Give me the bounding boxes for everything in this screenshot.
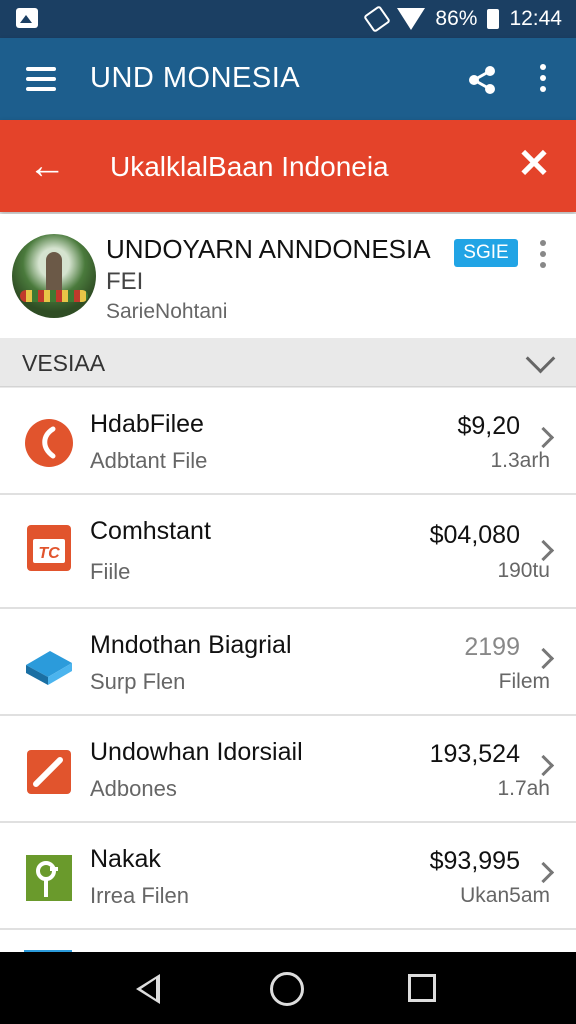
more-icon[interactable] xyxy=(538,64,548,94)
section-header: ← UkalklalBaan Indoneia ✕ xyxy=(0,120,576,212)
item-meta: Filem xyxy=(498,670,550,693)
top-app-bar: UND MONESIA xyxy=(0,38,576,120)
profile-more-icon[interactable] xyxy=(538,240,548,274)
item-meta: 190tu xyxy=(497,559,550,582)
item-meta: 1.7ah xyxy=(497,777,550,800)
item-title: Undowhan Idorsiail xyxy=(90,738,303,766)
item-value: 2199 xyxy=(464,633,520,661)
status-icons: 86% 12:44 xyxy=(363,5,562,33)
item-title: Mndothan Biagrial xyxy=(90,631,292,659)
tree-icon xyxy=(26,855,72,901)
item-subtitle: Adbtant File xyxy=(90,448,208,473)
avatar xyxy=(12,234,96,318)
chevron-right-icon xyxy=(532,861,555,884)
vibrate-icon xyxy=(363,5,392,33)
nav-back-icon[interactable] xyxy=(136,974,160,1004)
list-item[interactable]: Mndothan Biagrial Surp Flen 2199 Filem xyxy=(0,609,576,716)
menu-icon[interactable] xyxy=(26,67,56,91)
chevron-right-icon xyxy=(532,426,555,449)
chevron-right-icon xyxy=(532,754,555,777)
item-subtitle: Fiile xyxy=(90,559,131,584)
chevron-down-icon xyxy=(525,343,556,374)
nav-recents-icon[interactable] xyxy=(408,974,436,1002)
section-label: VESIAA xyxy=(22,350,106,376)
system-nav-bar xyxy=(0,952,576,1024)
pencil-folder-icon xyxy=(27,750,71,794)
list-item[interactable]: TC Comhstant Fiile $04,080 190tu xyxy=(0,495,576,609)
battery-icon xyxy=(487,9,500,29)
svg-text:TC: TC xyxy=(38,545,60,562)
status-badge[interactable]: SGIE xyxy=(454,239,518,267)
list-item[interactable]: Nakak Irrea Filen $93,995 Ukan5am xyxy=(0,823,576,930)
item-meta: Ukan5am xyxy=(460,884,550,907)
profile-name: UNDOYARN ANNDONESIA xyxy=(106,234,431,264)
item-title: HdabFilee xyxy=(90,410,204,438)
chevron-right-icon xyxy=(532,539,555,562)
header-title: UkalklalBaan Indoneia xyxy=(110,151,389,182)
profile-card[interactable]: UNDOYARN ANNDONESIA FEI SarieNohtani SGI… xyxy=(0,214,576,338)
item-subtitle: Irrea Filen xyxy=(90,883,190,908)
profile-caption: SarieNohtani xyxy=(106,300,228,323)
profile-subtitle: FEI xyxy=(106,268,144,295)
gallery-icon xyxy=(16,8,38,28)
list-item[interactable]: HdabFilee Adbtant File $9,20 1.3arh xyxy=(0,388,576,495)
document-icon: TC xyxy=(27,525,71,571)
item-value: $9,20 xyxy=(457,412,520,440)
orange-circle-icon xyxy=(25,419,73,467)
battery-level: 86% xyxy=(435,7,478,30)
item-title: Nakak xyxy=(90,845,161,873)
status-bar: 86% 12:44 xyxy=(0,0,576,38)
item-title: Comhstant xyxy=(90,517,211,545)
back-icon[interactable]: ← xyxy=(28,147,68,185)
clock: 12:44 xyxy=(509,7,562,30)
box-icon xyxy=(26,651,72,685)
chevron-right-icon xyxy=(532,647,555,670)
item-value: $93,995 xyxy=(429,847,520,875)
list-item[interactable]: Undowhan Idorsiail Adbones 193,524 1.7ah xyxy=(0,716,576,823)
item-subtitle: Surp Flen xyxy=(90,669,186,694)
wifi-icon xyxy=(397,8,426,30)
close-icon[interactable]: ✕ xyxy=(514,144,554,184)
item-meta: 1.3arh xyxy=(490,449,550,472)
share-icon[interactable] xyxy=(466,64,498,96)
app-title: UND MONESIA xyxy=(90,62,301,94)
item-value: $04,080 xyxy=(429,521,520,549)
item-subtitle: Adbones xyxy=(90,776,177,801)
nav-home-icon[interactable] xyxy=(270,972,304,1006)
section-toggle[interactable]: VESIAA xyxy=(0,338,576,387)
item-value: 193,524 xyxy=(429,740,520,768)
